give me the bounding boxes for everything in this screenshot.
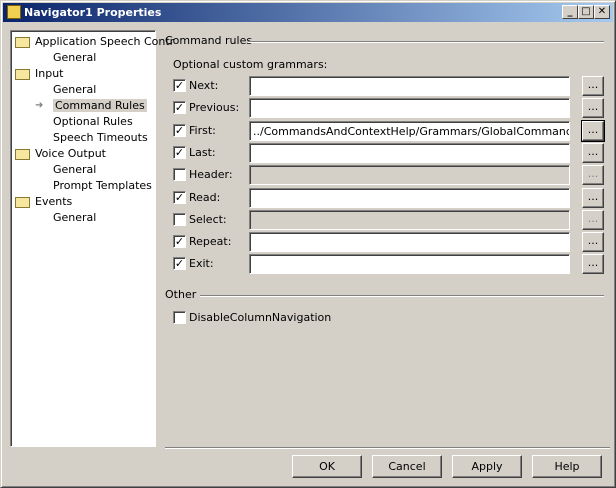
exit-checkbox[interactable]: ✓: [173, 257, 186, 271]
navigation-tree[interactable]: Application Speech Contr General Input Gene…: [10, 30, 174, 447]
read-label: Read:: [189, 190, 221, 204]
window-title: Navigator1 Properties: [24, 6, 162, 19]
read-browse-button[interactable]: ...: [582, 187, 604, 208]
tree-item-label: General: [53, 83, 97, 96]
next-label: Next:: [189, 79, 219, 92]
first-browse-button[interactable]: ...: [581, 119, 605, 142]
tree-item-label: Input: [35, 67, 64, 80]
tree-item-label: General: [53, 51, 97, 64]
previous-label: Previous:: [189, 101, 240, 115]
last-checkbox[interactable]: ✓: [173, 145, 186, 159]
other-heading: Other: [165, 288, 197, 301]
folder-icon: [15, 37, 30, 48]
header-grammar-input[interactable]: [249, 165, 570, 186]
last-grammar-input[interactable]: [249, 142, 570, 163]
repeat-label: Repeat:: [189, 235, 232, 249]
read-checkbox[interactable]: ✓: [173, 190, 186, 204]
header-checkbox[interactable]: [173, 168, 186, 182]
tree-item-label: Prompt Templates: [53, 179, 152, 192]
next-grammar-input[interactable]: [249, 76, 570, 96]
tree-item[interactable]: General: [53, 50, 96, 66]
tree-item-label: Application Speech Contr: [35, 35, 175, 48]
cancel-button[interactable]: Cancel: [372, 455, 442, 478]
next-browse-button[interactable]: ...: [582, 76, 604, 96]
tree-item-label: General: [53, 163, 97, 176]
divider: [248, 41, 604, 43]
repeat-grammar-input[interactable]: [249, 232, 570, 253]
app-icon: [7, 5, 21, 19]
divider: [165, 447, 610, 449]
first-label: First:: [189, 123, 216, 137]
next-checkbox[interactable]: ✓: [173, 79, 186, 92]
tree-item[interactable]: General: [53, 82, 96, 98]
ok-button[interactable]: OK: [292, 455, 362, 478]
divider: [200, 295, 604, 297]
maximize-button[interactable]: □: [578, 5, 594, 19]
read-grammar-input[interactable]: [249, 187, 570, 208]
last-browse-button[interactable]: ...: [582, 142, 604, 163]
tree-item[interactable]: Optional Rules: [53, 114, 133, 130]
tree-item[interactable]: Input: [15, 66, 63, 82]
tree-item-label: Speech Timeouts: [53, 131, 148, 144]
tree-item-label: Voice Output: [35, 147, 106, 160]
folder-icon: [15, 69, 30, 80]
title-bar: Navigator1 Properties: [3, 3, 613, 22]
optional-grammars-label: Optional custom grammars:: [173, 58, 328, 71]
previous-browse-button[interactable]: ...: [582, 98, 604, 119]
disable-column-navigation-checkbox[interactable]: [173, 311, 186, 324]
selected-arrow-icon: ➜: [35, 100, 44, 111]
header-label: Header:: [189, 168, 233, 182]
exit-browse-button[interactable]: ...: [582, 254, 604, 275]
last-label: Last:: [189, 145, 216, 159]
header-browse-button[interactable]: ...: [582, 165, 604, 186]
close-button[interactable]: ✕: [594, 5, 610, 19]
disable-column-navigation-label: DisableColumnNavigation: [189, 311, 332, 324]
minimize-button[interactable]: _: [562, 5, 578, 19]
command-rules-heading: Command rules: [165, 34, 253, 47]
tree-item[interactable]: General: [53, 162, 96, 178]
select-grammar-input[interactable]: [249, 209, 570, 230]
help-button[interactable]: Help: [532, 455, 602, 478]
tree-item[interactable]: Prompt Templates: [53, 178, 152, 194]
tree-item[interactable]: Application Speech Contr: [15, 34, 174, 50]
tree-item-label: Optional Rules: [53, 115, 133, 128]
tree-item[interactable]: Speech Timeouts: [53, 130, 148, 146]
select-browse-button[interactable]: ...: [582, 209, 604, 230]
repeat-browse-button[interactable]: ...: [582, 232, 604, 253]
tree-item-label: Events: [35, 195, 73, 208]
folder-icon: [15, 149, 30, 160]
select-label: Select:: [189, 212, 227, 226]
first-checkbox[interactable]: ✓: [173, 123, 186, 137]
tree-item[interactable]: Voice Output: [15, 146, 106, 162]
repeat-checkbox[interactable]: ✓: [173, 235, 186, 249]
previous-checkbox[interactable]: ✓: [173, 101, 186, 115]
tree-item[interactable]: ➜ Command Rules: [35, 98, 147, 114]
tree-item[interactable]: Events: [15, 194, 72, 210]
exit-grammar-input[interactable]: [249, 254, 570, 275]
tree-item-label: Command Rules: [53, 99, 147, 112]
tree-item[interactable]: General: [53, 210, 96, 226]
first-grammar-input[interactable]: ../CommandsAndContextHelp/Grammars/Globa…: [249, 120, 570, 141]
tree-item-label: General: [53, 211, 97, 224]
select-checkbox[interactable]: [173, 212, 186, 226]
previous-grammar-input[interactable]: [249, 98, 570, 119]
exit-label: Exit:: [189, 257, 214, 271]
folder-icon: [15, 197, 30, 208]
apply-button[interactable]: Apply: [452, 455, 522, 478]
